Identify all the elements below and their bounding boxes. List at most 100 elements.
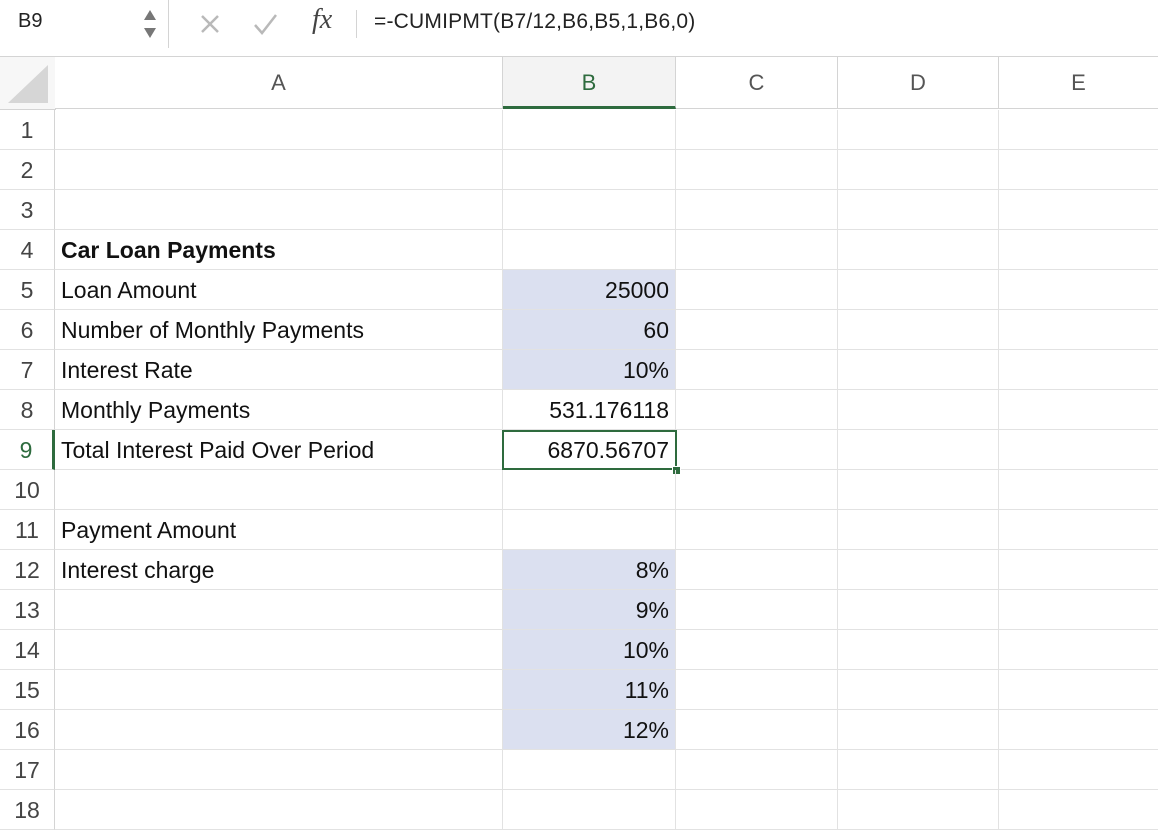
- cell-c13[interactable]: [676, 590, 838, 630]
- cell-d15[interactable]: [838, 670, 999, 710]
- cell-c12[interactable]: [676, 550, 838, 590]
- cell-b14[interactable]: 10%: [503, 630, 676, 670]
- row-header[interactable]: 4: [0, 230, 55, 270]
- cell-b7[interactable]: 10%: [503, 350, 676, 390]
- cell-c15[interactable]: [676, 670, 838, 710]
- cell-a13[interactable]: [55, 590, 503, 630]
- row-header[interactable]: 3: [0, 190, 55, 230]
- cell-c1[interactable]: [676, 110, 838, 150]
- cell-b17[interactable]: [503, 750, 676, 790]
- row-header[interactable]: 2: [0, 150, 55, 190]
- cell-a1[interactable]: [55, 110, 503, 150]
- cell-b5[interactable]: 25000: [503, 270, 676, 310]
- cell-d14[interactable]: [838, 630, 999, 670]
- cell-b10[interactable]: [503, 470, 676, 510]
- cell-e2[interactable]: [999, 150, 1158, 190]
- cell-c14[interactable]: [676, 630, 838, 670]
- cell-a10[interactable]: [55, 470, 503, 510]
- cell-a18[interactable]: [55, 790, 503, 830]
- cell-c5[interactable]: [676, 270, 838, 310]
- select-all-corner[interactable]: [0, 57, 56, 110]
- cell-c11[interactable]: [676, 510, 838, 550]
- cell-e17[interactable]: [999, 750, 1158, 790]
- stepper-icon[interactable]: [140, 6, 160, 42]
- row-header[interactable]: 5: [0, 270, 55, 310]
- cell-d16[interactable]: [838, 710, 999, 750]
- cell-b18[interactable]: [503, 790, 676, 830]
- cell-a16[interactable]: [55, 710, 503, 750]
- row-header[interactable]: 13: [0, 590, 55, 630]
- row-header[interactable]: 7: [0, 350, 55, 390]
- cell-c4[interactable]: [676, 230, 838, 270]
- cell-d18[interactable]: [838, 790, 999, 830]
- cell-b11[interactable]: [503, 510, 676, 550]
- name-box[interactable]: B9: [0, 0, 169, 48]
- cell-a15[interactable]: [55, 670, 503, 710]
- cell-a7[interactable]: Interest Rate: [55, 350, 503, 390]
- row-header[interactable]: 15: [0, 670, 55, 710]
- row-header[interactable]: 18: [0, 790, 55, 830]
- cell-b6[interactable]: 60: [503, 310, 676, 350]
- cell-c9[interactable]: [676, 430, 838, 470]
- cell-e8[interactable]: [999, 390, 1158, 430]
- cell-d4[interactable]: [838, 230, 999, 270]
- cell-a17[interactable]: [55, 750, 503, 790]
- cancel-icon[interactable]: [196, 6, 224, 42]
- formula-input[interactable]: =-CUMIPMT(B7/12,B6,B5,1,B6,0): [374, 10, 696, 34]
- cell-e1[interactable]: [999, 110, 1158, 150]
- cell-a14[interactable]: [55, 630, 503, 670]
- cell-c17[interactable]: [676, 750, 838, 790]
- cell-e16[interactable]: [999, 710, 1158, 750]
- row-header[interactable]: 8: [0, 390, 55, 430]
- cell-e7[interactable]: [999, 350, 1158, 390]
- row-header[interactable]: 14: [0, 630, 55, 670]
- cell-d5[interactable]: [838, 270, 999, 310]
- cell-e12[interactable]: [999, 550, 1158, 590]
- cell-a3[interactable]: [55, 190, 503, 230]
- column-header-e[interactable]: E: [999, 57, 1158, 109]
- cell-b3[interactable]: [503, 190, 676, 230]
- row-header[interactable]: 11: [0, 510, 55, 550]
- cell-c3[interactable]: [676, 190, 838, 230]
- cell-c2[interactable]: [676, 150, 838, 190]
- function-icon[interactable]: fx: [312, 4, 332, 36]
- cell-c8[interactable]: [676, 390, 838, 430]
- cell-e4[interactable]: [999, 230, 1158, 270]
- cell-a4[interactable]: Car Loan Payments: [55, 230, 503, 270]
- cell-e10[interactable]: [999, 470, 1158, 510]
- cell-e13[interactable]: [999, 590, 1158, 630]
- cell-b16[interactable]: 12%: [503, 710, 676, 750]
- cell-a8[interactable]: Monthly Payments: [55, 390, 503, 430]
- cell-a2[interactable]: [55, 150, 503, 190]
- cell-e6[interactable]: [999, 310, 1158, 350]
- row-header[interactable]: 1: [0, 110, 55, 150]
- cell-d9[interactable]: [838, 430, 999, 470]
- cell-d7[interactable]: [838, 350, 999, 390]
- column-header-d[interactable]: D: [838, 57, 999, 109]
- cell-b9[interactable]: 6870.56707: [503, 430, 676, 470]
- cell-b1[interactable]: [503, 110, 676, 150]
- cell-a11[interactable]: Payment Amount: [55, 510, 503, 550]
- cell-b4[interactable]: [503, 230, 676, 270]
- row-header[interactable]: 9: [0, 430, 55, 470]
- cell-d11[interactable]: [838, 510, 999, 550]
- cell-c18[interactable]: [676, 790, 838, 830]
- column-header-b[interactable]: B: [503, 57, 676, 109]
- row-header[interactable]: 16: [0, 710, 55, 750]
- cell-d1[interactable]: [838, 110, 999, 150]
- cell-d3[interactable]: [838, 190, 999, 230]
- row-header[interactable]: 6: [0, 310, 55, 350]
- cell-b13[interactable]: 9%: [503, 590, 676, 630]
- column-header-c[interactable]: C: [676, 57, 838, 109]
- cell-d8[interactable]: [838, 390, 999, 430]
- row-header[interactable]: 12: [0, 550, 55, 590]
- cell-c6[interactable]: [676, 310, 838, 350]
- row-header[interactable]: 17: [0, 750, 55, 790]
- column-header-a[interactable]: A: [55, 57, 503, 109]
- cell-e5[interactable]: [999, 270, 1158, 310]
- cell-b15[interactable]: 11%: [503, 670, 676, 710]
- cell-a12[interactable]: Interest charge: [55, 550, 503, 590]
- cell-e15[interactable]: [999, 670, 1158, 710]
- cell-e14[interactable]: [999, 630, 1158, 670]
- cell-c16[interactable]: [676, 710, 838, 750]
